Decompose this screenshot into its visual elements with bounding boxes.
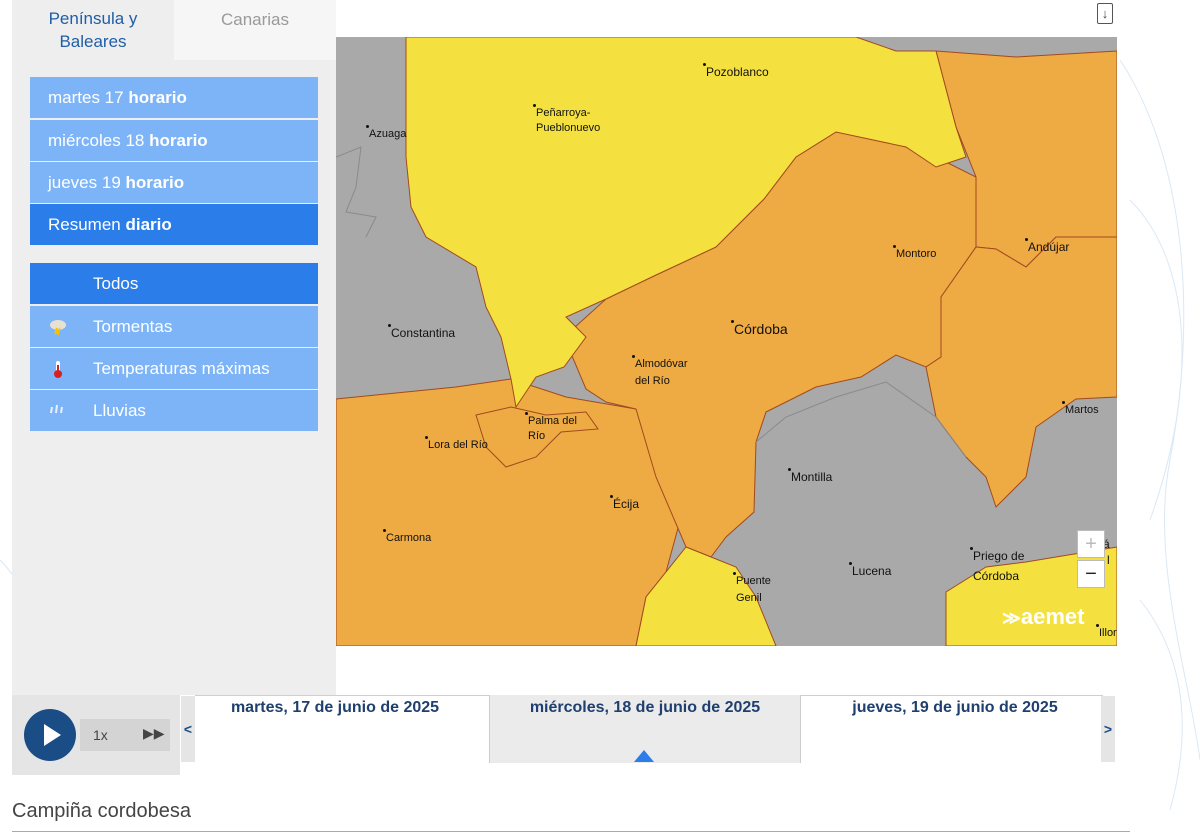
tab-canarias[interactable]: Canarias	[174, 0, 336, 60]
fast-forward-icon[interactable]: ▶▶	[143, 725, 165, 742]
timeline-day-martes[interactable]: martes, 17 de junio de 2025	[195, 695, 475, 763]
download-icon[interactable]: ↓	[1097, 3, 1113, 24]
town-constantina: Constantina	[388, 324, 455, 341]
aemet-logo: ≫aemet	[1002, 604, 1084, 630]
speed-control[interactable]: 1x ▶▶	[80, 719, 170, 751]
town-illora: Illor	[1096, 624, 1117, 641]
zone-title: Campiña cordobesa	[12, 800, 191, 822]
town-priego-line2: Córdoba	[973, 569, 1020, 583]
town-pozoblanco: Pozoblanco	[703, 63, 769, 80]
town-martos: Martos	[1062, 401, 1099, 418]
town-lora-del-rio: Lora del Río	[425, 436, 488, 453]
town-palma-line2: Río	[528, 430, 546, 442]
play-button[interactable]	[24, 709, 76, 761]
selected-day-pointer	[634, 750, 654, 762]
filter-label: Lluvias	[93, 401, 146, 420]
menu-mode-label: horario	[149, 131, 208, 150]
menu-mode-label: horario	[128, 88, 187, 107]
town-lucena: Lucena	[849, 562, 891, 579]
town-edge-label-2: l	[1107, 553, 1110, 567]
town-carmona: Carmona	[383, 529, 431, 546]
town-almodovar-line2: del Río	[635, 375, 670, 387]
zoom-in-button[interactable]: +	[1077, 530, 1105, 558]
thermometer-icon	[54, 361, 62, 378]
town-montilla: Montilla	[788, 468, 832, 485]
menu-day-miercoles[interactable]: miércoles 18 horario	[30, 120, 318, 161]
town-montoro: Montoro	[893, 245, 936, 262]
menu-day-label: Resumen	[48, 215, 121, 234]
filter-tormentas[interactable]: Tormentas	[30, 306, 318, 347]
filter-label: Temperaturas máximas	[93, 359, 270, 378]
warning-map[interactable]: Pozoblanco Peñarroya- Pueblonuevo Azuaga…	[336, 37, 1117, 646]
timeline-next-button[interactable]: >	[1101, 696, 1115, 762]
town-puente-genil: Puente	[733, 572, 771, 589]
filter-label: Tormentas	[93, 317, 173, 336]
menu-day-label: jueves 19	[48, 173, 121, 192]
town-almodovar: Almodóvar	[632, 355, 688, 372]
filter-lluvias[interactable]: Lluvias	[30, 390, 318, 431]
storm-icon	[50, 320, 66, 336]
menu-resumen-diario[interactable]: Resumen diario	[30, 204, 318, 245]
town-priego-de-cordoba: Priego de	[970, 547, 1024, 564]
town-palma-del-rio: Palma del	[525, 412, 577, 429]
speed-label: 1x	[93, 727, 108, 743]
menu-day-jueves[interactable]: jueves 19 horario	[30, 162, 318, 203]
town-ecija: Écija	[610, 495, 639, 512]
timeline-prev-button[interactable]: <	[181, 696, 195, 762]
aemet-logo-mark: ≫	[1002, 608, 1021, 628]
zone-title-divider	[12, 831, 1130, 832]
town-puente-line2: Genil	[736, 592, 762, 604]
menu-day-label: martes 17	[48, 88, 124, 107]
menu-mode-label: horario	[125, 173, 185, 192]
town-andujar: Andújar	[1025, 238, 1069, 255]
menu-day-martes[interactable]: martes 17 horario	[30, 77, 318, 118]
zoom-out-button[interactable]: −	[1077, 560, 1105, 588]
aemet-logo-text: aemet	[1020, 604, 1085, 629]
rain-icon	[50, 404, 63, 414]
tab-peninsula-baleares[interactable]: Península y Baleares	[12, 0, 174, 60]
menu-day-label: miércoles 18	[48, 131, 145, 150]
timeline-day-jueves[interactable]: jueves, 19 de junio de 2025	[810, 695, 1100, 763]
filter-todos[interactable]: Todos	[30, 263, 318, 304]
menu-mode-label: diario	[125, 215, 172, 234]
town-penarroya-line2: Pueblonuevo	[536, 122, 601, 134]
filter-temperaturas-maximas[interactable]: Temperaturas máximas	[30, 348, 318, 389]
town-cordoba: Córdoba	[731, 320, 788, 337]
play-icon	[44, 724, 61, 746]
town-azuaga: Azuaga	[366, 125, 406, 142]
filter-label: Todos	[93, 274, 139, 293]
town-penarroya: Peñarroya-	[533, 104, 590, 121]
